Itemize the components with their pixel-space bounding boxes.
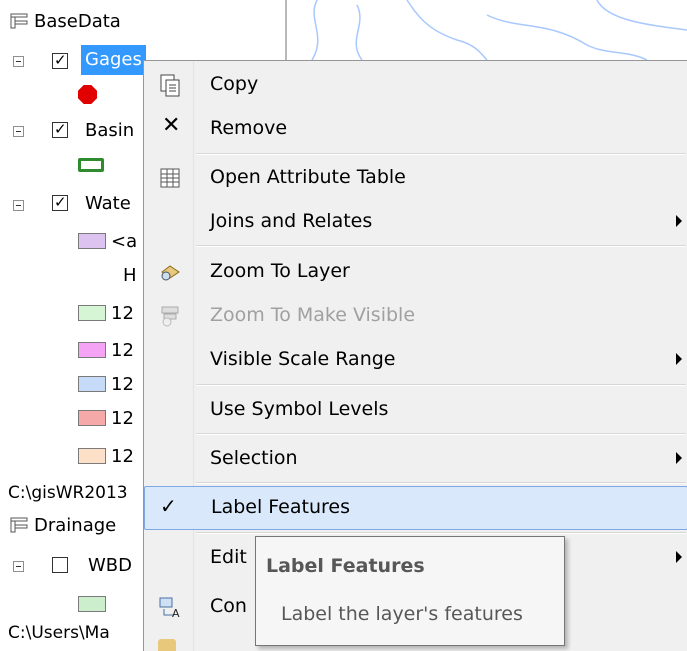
zoom-to-visible-icon	[161, 306, 179, 327]
copy-icon	[160, 74, 180, 97]
tooltip-body: Label the layer's features	[281, 603, 523, 625]
legend-label-class-4: 12	[111, 407, 134, 429]
legend-label-class-2: 12	[111, 339, 134, 361]
menu-item-zoom-to-layer[interactable]: Zoom To Layer	[144, 250, 687, 294]
visibility-checkbox-wbd[interactable]	[52, 557, 68, 573]
legend-swatch-class-5	[78, 448, 106, 464]
layer-group-icon	[10, 517, 28, 533]
visibility-checkbox-basin[interactable]	[52, 120, 68, 138]
toc-label-gages[interactable]: Gages	[81, 45, 146, 75]
menu-item-selection[interactable]: Selection	[144, 437, 687, 481]
legend-label-class-3: 12	[111, 373, 134, 395]
basin-polygon-symbol	[78, 158, 104, 172]
legend-swatch-class-1	[78, 305, 106, 321]
menu-item-copy[interactable]: Copy	[144, 63, 687, 107]
toc-label-basedata: BaseData	[34, 10, 121, 32]
remove-x-icon: ✕	[162, 113, 181, 138]
svg-text:A: A	[172, 607, 180, 619]
collapse-toggle-watershed[interactable]	[13, 200, 24, 211]
legend-swatch-class-3	[78, 376, 106, 392]
collapse-toggle-gages[interactable]	[13, 56, 24, 67]
attribute-table-icon	[160, 168, 180, 188]
map-view[interactable]	[285, 0, 687, 61]
legend-label-all-other: <a	[111, 230, 138, 252]
submenu-arrow-icon	[676, 452, 682, 464]
legend-swatch-all-other	[78, 233, 106, 249]
menu-label-copy: Copy	[210, 73, 259, 95]
menu-item-label-features[interactable]: ✓ Label Features	[144, 486, 687, 530]
tooltip-title: Label Features	[266, 555, 425, 577]
menu-item-zoom-to-make-visible[interactable]: Zoom To Make Visible	[144, 294, 687, 338]
menu-label-edit: Edit	[210, 546, 247, 568]
submenu-arrow-icon	[676, 551, 682, 563]
legend-swatch-class-2	[78, 342, 106, 358]
data-source-path-2: C:\Users\Ma	[8, 623, 110, 643]
menu-label-zoom-to-make-visible: Zoom To Make Visible	[210, 304, 416, 326]
menu-label-remove: Remove	[210, 117, 288, 139]
menu-label-joins-relates: Joins and Relates	[210, 210, 373, 232]
visibility-checkbox-watershed[interactable]	[52, 193, 68, 211]
legend-swatch-wbd	[78, 596, 106, 612]
menu-item-visible-scale-range[interactable]: Visible Scale Range	[144, 338, 687, 382]
toc-label-basin[interactable]: Basin	[85, 117, 134, 143]
collapse-toggle-wbd[interactable]	[13, 561, 24, 572]
zoom-to-layer-icon	[161, 265, 180, 281]
next-item-icon	[158, 639, 176, 651]
convert-labels-icon: A	[159, 597, 180, 619]
menu-item-remove[interactable]: ✕ Remove	[144, 107, 687, 151]
submenu-arrow-icon	[676, 353, 682, 365]
menu-item-use-symbol-levels[interactable]: Use Symbol Levels	[144, 388, 687, 432]
legend-label-class-1: 12	[111, 302, 134, 324]
submenu-arrow-icon	[676, 215, 682, 227]
menu-label-visible-scale-range: Visible Scale Range	[210, 348, 396, 370]
tooltip-label-features: Label Features Label the layer's feature…	[255, 536, 565, 646]
toc-label-drainage: Drainage	[34, 514, 117, 536]
menu-label-open-attribute-table: Open Attribute Table	[210, 166, 406, 188]
layer-group-icon	[10, 13, 28, 29]
river-lines	[311, 0, 687, 61]
menu-item-open-attribute-table[interactable]: Open Attribute Table	[144, 156, 687, 200]
menu-label-use-symbol-levels: Use Symbol Levels	[210, 398, 389, 420]
data-source-path-1: C:\gisWR2013	[8, 483, 128, 503]
checkmark-icon: ✓	[160, 494, 177, 518]
menu-item-joins-relates[interactable]: Joins and Relates	[144, 200, 687, 244]
legend-swatch-class-4	[78, 410, 106, 426]
menu-label-convert: Con	[210, 595, 247, 617]
collapse-toggle-basin[interactable]	[13, 126, 24, 137]
gage-point-symbol	[78, 85, 97, 104]
visibility-checkbox-gages[interactable]	[52, 51, 68, 69]
menu-label-selection: Selection	[210, 447, 298, 469]
toc-label-wbd[interactable]: WBD	[88, 552, 132, 578]
toc-label-watershed[interactable]: Wate	[85, 190, 131, 216]
legend-label-class-5: 12	[111, 445, 134, 467]
menu-label-label-features: Label Features	[211, 496, 350, 518]
menu-label-zoom-to-layer: Zoom To Layer	[210, 260, 350, 282]
legend-sublabel-all-other: H	[123, 264, 137, 286]
